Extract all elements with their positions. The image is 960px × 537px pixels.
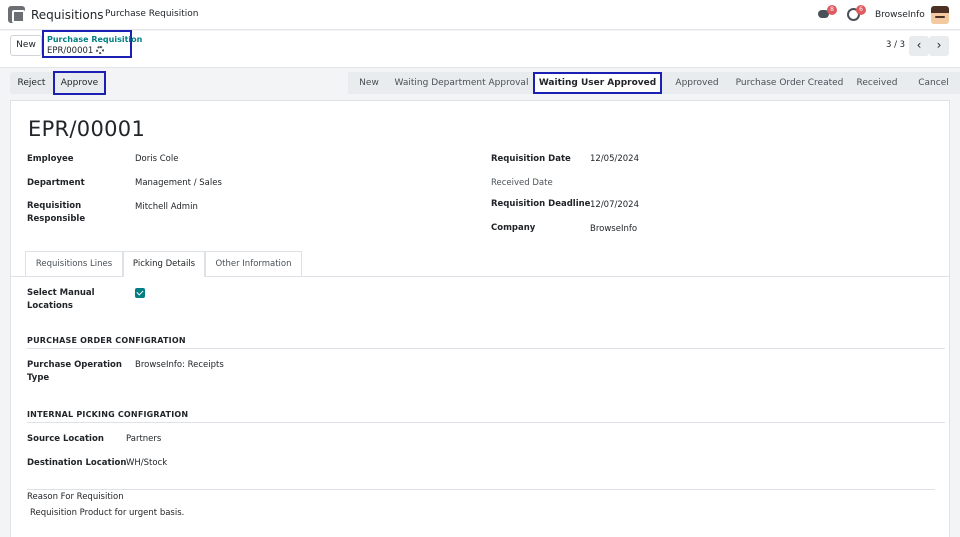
stage-received[interactable]: Received (847, 72, 908, 94)
po-config-section-title: PURCHASE ORDER CONFIGRATION (27, 336, 186, 345)
requisition-date-field[interactable]: 12/05/2024 (590, 153, 639, 166)
tab-requisitions-lines[interactable]: Requisitions Lines (25, 251, 123, 276)
breadcrumb-current-label: EPR/00001 (47, 46, 94, 56)
reason-field[interactable]: Requisition Product for urgent basis. (30, 508, 184, 518)
responsible-field[interactable]: Mitchell Admin (135, 201, 198, 214)
requisition-deadline-label: Requisition Deadline (491, 199, 591, 209)
pager-value: 3 / 3 (886, 40, 906, 50)
stage-cancel[interactable]: Cancel (907, 72, 960, 94)
app-name[interactable]: Requisitions (31, 8, 104, 22)
destination-location-field[interactable]: WH/Stock (126, 457, 167, 470)
app-icon[interactable] (8, 6, 25, 23)
destination-location-label: Destination Location (27, 458, 127, 468)
pager-next-button[interactable]: › (929, 36, 949, 56)
stage-approved[interactable]: Approved (662, 72, 733, 94)
internal-picking-section-title: INTERNAL PICKING CONFIGRATION (27, 410, 189, 419)
control-panel: New Purchase Requisition EPR/00001 3 / 3… (0, 30, 960, 68)
stage-purchase-order-created[interactable]: Purchase Order Created (732, 72, 848, 94)
manual-locations-checkbox[interactable] (135, 288, 145, 298)
source-location-field[interactable]: Partners (126, 433, 161, 446)
section-divider (27, 489, 935, 490)
stage-waiting-department-approval[interactable]: Waiting Department Approval (390, 72, 534, 94)
operation-type-field[interactable]: BrowseInfo: Receipts (135, 359, 224, 372)
stage-waiting-user-approved[interactable]: Waiting User Approved (533, 72, 662, 94)
record-title: EPR/00001 (28, 117, 146, 141)
requisition-date-label: Requisition Date (491, 154, 571, 164)
company-switcher[interactable]: BrowseInfo (875, 10, 925, 20)
new-button[interactable]: New (10, 35, 42, 56)
top-navbar: Requisitions Purchase Requisition 8 6 Br… (0, 0, 960, 30)
company-field[interactable]: BrowseInfo (590, 223, 637, 236)
company-label: Company (491, 223, 536, 233)
department-field[interactable]: Management / Sales (135, 177, 222, 190)
employee-label: Employee (27, 154, 74, 164)
section-divider (27, 422, 945, 423)
tab-other-information[interactable]: Other Information (205, 251, 302, 276)
chat-count-badge: 8 (827, 5, 837, 15)
menu-purchase-requisition[interactable]: Purchase Requisition (105, 9, 198, 19)
breadcrumb: Purchase Requisition EPR/00001 (42, 30, 142, 58)
activity-count-badge: 6 (856, 5, 866, 15)
breadcrumb-current: EPR/00001 (47, 46, 105, 56)
section-divider (27, 348, 945, 349)
approve-button[interactable]: Approve (53, 71, 106, 95)
department-label: Department (27, 178, 85, 188)
manual-locations-label: Select Manual Locations (27, 288, 95, 311)
form-sheet: EPR/00001 Employee Doris Cole Department… (10, 100, 950, 537)
employee-field[interactable]: Doris Cole (135, 153, 178, 166)
operation-type-label: Purchase Operation Type (27, 360, 122, 383)
reason-label: Reason For Requisition (27, 492, 124, 502)
pager-previous-button[interactable]: ‹ (909, 36, 929, 56)
user-avatar[interactable] (931, 6, 949, 24)
responsible-label: Requisition Responsible (27, 201, 86, 224)
gear-icon[interactable] (96, 46, 105, 54)
breadcrumb-parent-link[interactable]: Purchase Requisition (47, 35, 142, 44)
tab-picking-details[interactable]: Picking Details (123, 251, 205, 277)
reject-button[interactable]: Reject (10, 72, 53, 94)
stage-new[interactable]: New (348, 72, 391, 94)
received-date-label: Received Date (491, 178, 553, 188)
requisition-deadline-field[interactable]: 12/07/2024 (590, 199, 639, 212)
status-bar: Reject Approve New Waiting Department Ap… (10, 71, 960, 95)
source-location-label: Source Location (27, 434, 104, 444)
